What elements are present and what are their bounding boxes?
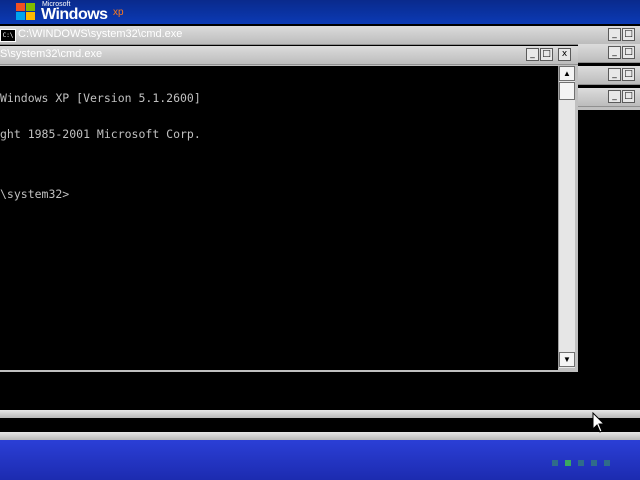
hidden-window-bar-2[interactable]	[0, 432, 640, 440]
console-prompt: \system32>	[0, 187, 70, 201]
progress-dot	[552, 460, 558, 466]
mouse-cursor-icon	[592, 412, 606, 433]
maximize-button[interactable]: □	[540, 48, 553, 61]
stacked-window-edge-3[interactable]: _ □	[578, 88, 640, 110]
logo-windows-text: Windows	[41, 6, 108, 23]
back-cmd-window[interactable]: C:\ C:\WINDOWS\system32\cmd.exe	[0, 26, 640, 45]
stacked-3-maximize-button[interactable]: □	[622, 90, 635, 103]
windows-xp-logo-banner: Microsoft Windows xp	[0, 0, 640, 24]
progress-dot	[591, 460, 597, 466]
back-window-titlebar[interactable]: C:\ C:\WINDOWS\system32\cmd.exe	[0, 26, 640, 45]
logo-xp-text: xp	[113, 7, 124, 18]
stacked-1-maximize-button[interactable]: □	[622, 46, 635, 59]
scroll-down-button[interactable]: ▼	[559, 352, 575, 367]
console-output[interactable]: Windows XP [Version 5.1.2600] ght 1985-2…	[0, 66, 558, 370]
scroll-up-button[interactable]: ▲	[559, 66, 575, 81]
minimize-button[interactable]: _	[526, 48, 539, 61]
vertical-scrollbar[interactable]: ▲ ▼	[558, 66, 575, 368]
console-line: Windows XP [Version 5.1.2600]	[0, 91, 201, 105]
windows-flag-icon	[16, 3, 36, 21]
console-line: ght 1985-2001 Microsoft Corp.	[0, 127, 201, 141]
front-window-titlebar[interactable]: S\system32\cmd.exe _ □ x	[0, 46, 578, 65]
front-window-title: S\system32\cmd.exe	[0, 48, 103, 60]
stacked-2-maximize-button[interactable]: □	[622, 68, 635, 81]
stacked-2-minimize-button[interactable]: _	[608, 68, 621, 81]
stacked-1-minimize-button[interactable]: _	[608, 46, 621, 59]
progress-dot-active	[565, 460, 571, 466]
back-minimize-button[interactable]: _	[608, 28, 621, 41]
back-maximize-button[interactable]: □	[622, 28, 635, 41]
progress-dot	[604, 460, 610, 466]
scroll-thumb[interactable]	[559, 82, 575, 100]
back-window-title: C:\WINDOWS\system32\cmd.exe	[18, 28, 183, 40]
stacked-window-edge-1[interactable]: _ □	[578, 44, 640, 63]
front-cmd-window[interactable]: S\system32\cmd.exe _ □ x Windows XP [Ver…	[0, 46, 578, 372]
progress-dot	[578, 460, 584, 466]
stacked-window-edge-2[interactable]: _ □	[578, 66, 640, 85]
back-window-controls: _ □	[600, 26, 640, 44]
cmd-icon: C:\	[0, 29, 16, 42]
stacked-3-minimize-button[interactable]: _	[608, 90, 621, 103]
hidden-window-bar-1[interactable]	[0, 410, 640, 418]
close-button[interactable]: x	[558, 48, 571, 61]
taskbar	[0, 440, 640, 480]
